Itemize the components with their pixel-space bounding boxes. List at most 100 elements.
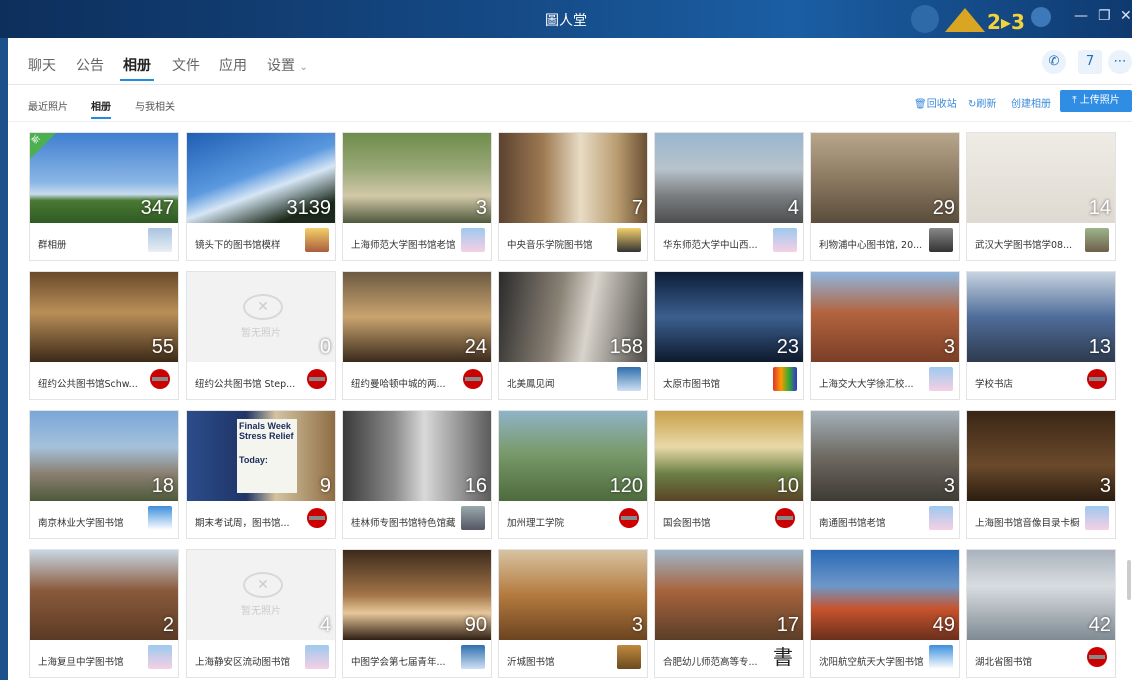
photo-count: 23 — [776, 336, 799, 358]
album-card[interactable]: 2 上海复旦中学图书馆 — [30, 550, 178, 677]
photo-count: 24 — [464, 336, 487, 358]
refresh-button[interactable]: ↻刷新 — [968, 95, 996, 110]
tab-apps[interactable]: 应用 — [219, 55, 247, 75]
album-card[interactable]: 3 上海师范大学图书馆老馆 — [343, 133, 491, 260]
album-thumbnail — [499, 550, 647, 640]
album-name: 国会图书馆 — [663, 518, 711, 529]
main-tabs: 聊天 公告 相册 文件 应用 设置 ⌄ ✆ 7 ⋯ — [8, 38, 1132, 85]
photo-count: 3 — [475, 197, 487, 219]
album-card[interactable]: 13 学校书店 — [967, 272, 1115, 399]
upload-photos-button[interactable]: ⤒ 上传照片 — [1060, 90, 1132, 112]
tab-files[interactable]: 文件 — [172, 55, 200, 75]
album-card[interactable]: 14 武汉大学图书馆学08... — [967, 133, 1115, 260]
album-name: 上海图书馆音像目录卡橱 — [975, 518, 1080, 529]
owner-avatar — [461, 228, 485, 252]
owner-avatar — [148, 645, 172, 669]
owner-avatar — [617, 506, 641, 530]
album-thumbnail — [655, 133, 803, 223]
album-card[interactable]: 3 上海交大大学徐汇校... — [811, 272, 959, 399]
album-card[interactable]: 24 纽约曼哈顿中城的两... — [343, 272, 491, 399]
tab-settings[interactable]: 设置 ⌄ — [267, 55, 308, 75]
owner-avatar — [148, 506, 172, 530]
upload-label: 上传照片 — [1079, 95, 1120, 106]
album-card[interactable]: 158 北美鳳见闻 — [499, 272, 647, 399]
create-album-button[interactable]: 创建相册 — [1011, 95, 1051, 110]
album-name: 华东师范大学中山西... — [663, 240, 758, 251]
album-card[interactable]: 55 纽约公共图书馆Schw... — [30, 272, 178, 399]
subtab-recent[interactable]: 最近照片 — [28, 98, 68, 113]
scrollbar[interactable] — [1127, 560, 1131, 600]
album-card[interactable]: 3 上海图书馆音像目录卡橱 — [967, 411, 1115, 538]
restore-icon[interactable]: ❐ — [1098, 8, 1111, 24]
album-thumbnail — [30, 550, 178, 640]
recycle-label: 回收站 — [926, 99, 957, 110]
owner-avatar — [617, 367, 641, 391]
svg-text:2▸3: 2▸3 — [987, 10, 1025, 34]
album-card[interactable]: 3 沂城图书馆 — [499, 550, 647, 677]
empty-thumbnail: ✕ 暂无照片 — [187, 272, 335, 362]
photo-count: 10 — [776, 475, 799, 497]
album-card[interactable]: 16 桂林师专图书馆特色馆藏 — [343, 411, 491, 538]
close-icon[interactable]: ✕ — [1120, 8, 1132, 24]
tab-notice[interactable]: 公告 — [76, 55, 104, 75]
album-thumbnail — [811, 411, 959, 501]
album-name: 武汉大学图书馆学08... — [975, 240, 1073, 251]
album-name: 上海师范大学图书馆老馆 — [351, 240, 456, 251]
album-card[interactable]: 4 华东师范大学中山西... — [655, 133, 803, 260]
eye-slash-icon: ✕ — [243, 294, 283, 320]
album-card[interactable]: Finals Week Stress Relief Today: 9 期末考试周，图书… — [187, 411, 335, 538]
owner-avatar — [148, 228, 172, 252]
refresh-label: 刷新 — [976, 99, 997, 110]
photo-count: 17 — [776, 614, 799, 636]
album-card[interactable]: 90 中图学会第七届青年... — [343, 550, 491, 677]
calendar-icon[interactable]: 7 — [1078, 50, 1102, 74]
album-card[interactable]: ✕ 暂无照片 4 上海静安区流动图书馆 — [187, 550, 335, 677]
recycle-bin-button[interactable]: 🗑回收站 — [914, 95, 957, 110]
album-name: 中图学会第七届青年... — [351, 657, 446, 668]
banner-decoration: 2▸3 — [911, 5, 1051, 34]
subtab-albums[interactable]: 相册 — [91, 98, 111, 113]
active-subtab-indicator — [91, 117, 111, 119]
photo-count: 3 — [1099, 475, 1111, 497]
chevron-down-icon: ⌄ — [299, 62, 308, 73]
photo-count: 14 — [1088, 197, 1111, 219]
album-grid: 新 347 群相册 3139 镜头下的图书馆模样 3 上海师范大学图书馆老馆 7 中央音乐学院图… — [30, 133, 1130, 680]
album-card[interactable]: 新 347 群相册 — [30, 133, 178, 260]
photo-count: 3 — [631, 614, 643, 636]
minimize-icon[interactable]: — — [1074, 8, 1088, 24]
upload-icon: ⤒ — [1072, 95, 1077, 106]
owner-avatar — [461, 506, 485, 530]
album-card[interactable]: ✕ 暂无照片 0 纽约公共图书馆 Step... — [187, 272, 335, 399]
empty-label: 暂无照片 — [241, 328, 281, 339]
album-card[interactable]: 23 太原市图书馆 — [655, 272, 803, 399]
album-card[interactable]: 3139 镜头下的图书馆模样 — [187, 133, 335, 260]
album-card[interactable]: 49 沈阳航空航天大学图书馆 — [811, 550, 959, 677]
title-bar: 圖人堂 2▸3 — ❐ ✕ — [0, 0, 1132, 38]
photo-count: 42 — [1088, 614, 1111, 636]
finals-sign-title: Finals Week Stress Relief — [239, 421, 294, 441]
album-thumbnail — [967, 411, 1115, 501]
owner-avatar — [305, 367, 329, 391]
tab-chat[interactable]: 聊天 — [28, 55, 56, 75]
album-card[interactable]: 18 南京林业大学图书馆 — [30, 411, 178, 538]
album-card[interactable]: 29 利物浦中心图书馆, 20... — [811, 133, 959, 260]
album-name: 北美鳳见闻 — [507, 379, 555, 390]
tab-album[interactable]: 相册 — [123, 55, 151, 75]
album-card[interactable]: 10 国会图书馆 — [655, 411, 803, 538]
phone-icon[interactable]: ✆ — [1042, 50, 1066, 74]
album-name: 加州理工学院 — [507, 518, 565, 529]
album-thumbnail — [499, 133, 647, 223]
album-card[interactable]: 120 加州理工学院 — [499, 411, 647, 538]
more-icon[interactable]: ⋯ — [1108, 50, 1132, 74]
subtab-related[interactable]: 与我相关 — [135, 98, 175, 113]
trash-icon: 🗑 — [914, 99, 927, 110]
album-card[interactable]: 7 中央音乐学院图书馆 — [499, 133, 647, 260]
photo-count: 9 — [319, 475, 331, 497]
album-name: 镜头下的图书馆模样 — [195, 240, 281, 251]
photo-count: 18 — [151, 475, 174, 497]
album-card[interactable]: 3 南通图书馆老馆 — [811, 411, 959, 538]
photo-count: 2 — [162, 614, 174, 636]
photo-count: 16 — [464, 475, 487, 497]
album-card[interactable]: 17 合肥幼儿师范高等专... 書 — [655, 550, 803, 677]
album-card[interactable]: 42 湖北省图书馆 — [967, 550, 1115, 677]
